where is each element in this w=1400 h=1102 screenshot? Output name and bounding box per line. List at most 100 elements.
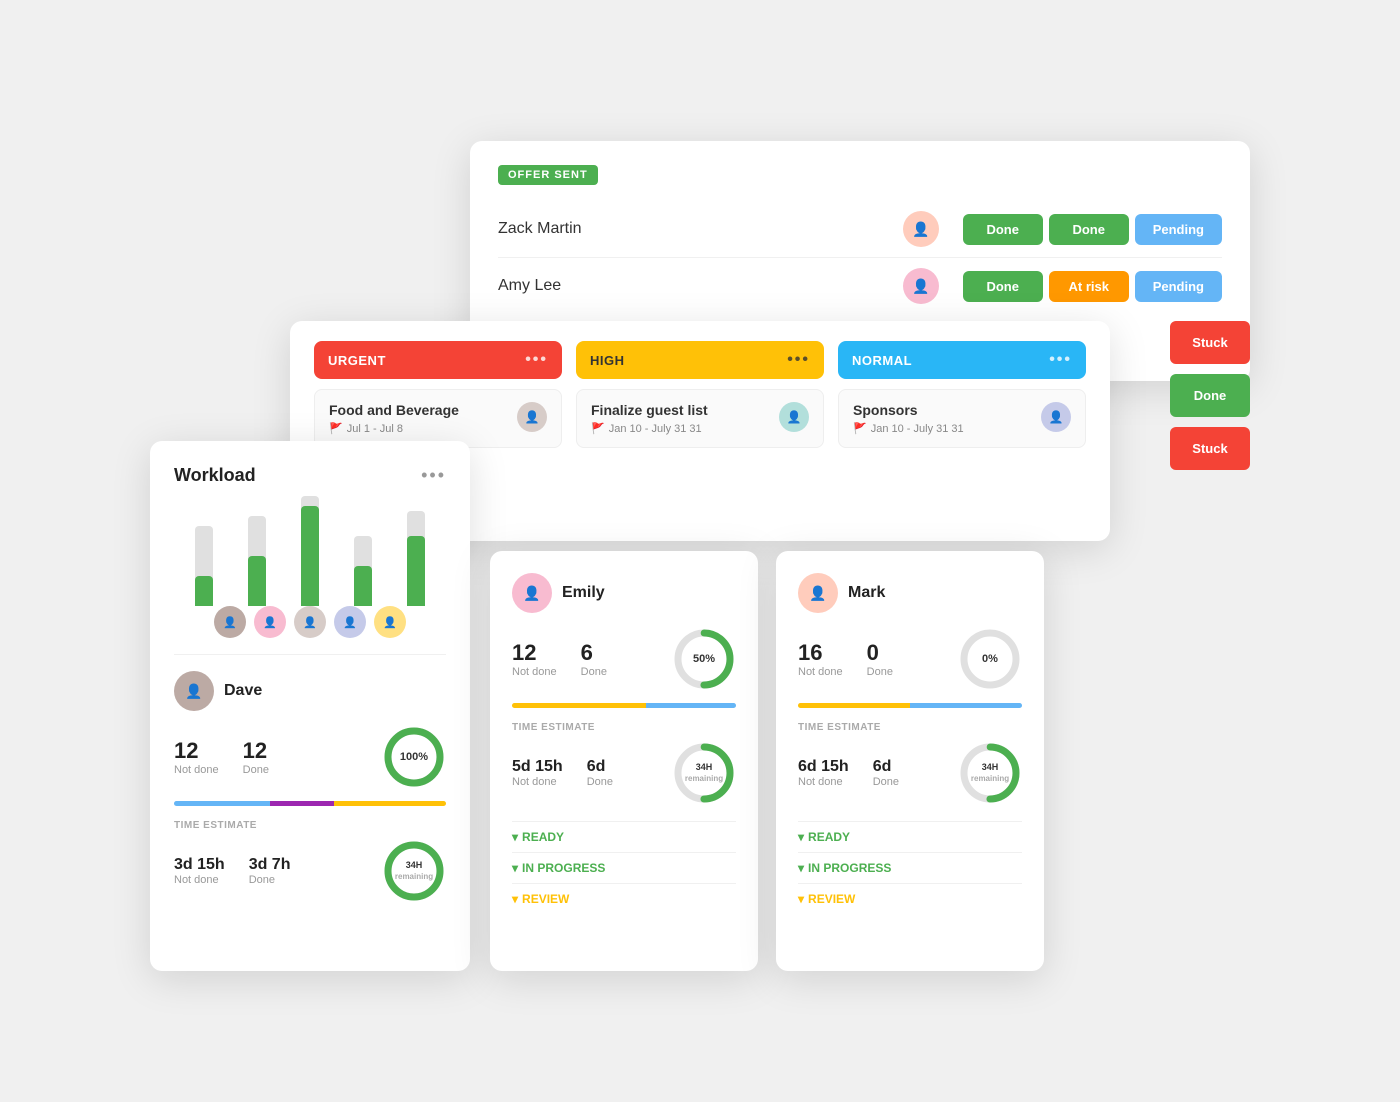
dave-not-done: 12 Not done xyxy=(174,738,219,776)
mark-progress xyxy=(798,703,1022,708)
side-tag-stuck2[interactable]: Stuck xyxy=(1170,427,1250,470)
dave-progress-yellow xyxy=(334,801,446,806)
bar-fill-1 xyxy=(195,576,213,606)
emily-inprogress-label[interactable]: ▾ IN PROGRESS xyxy=(512,861,736,875)
dave-stats-row: 12 Not done 12 Done xyxy=(174,725,446,789)
emily-progress-blue xyxy=(646,703,736,708)
workload-bar-chart xyxy=(174,486,446,606)
kanban-dots-high[interactable]: ••• xyxy=(787,351,810,369)
dave-time: TIME ESTIMATE 3d 15h Not done 3d 7h Done xyxy=(174,820,446,903)
workload-avatar-2: 👤 xyxy=(254,606,286,638)
offer-sent-badge: OFFER SENT xyxy=(498,165,598,185)
workload-header: Workload ••• xyxy=(174,465,446,486)
task-info-high: Finalize guest list 🚩 Jan 10 - July 31 3… xyxy=(591,402,708,435)
dave-section: 👤 Dave 12 Not done 12 Done xyxy=(174,671,446,903)
emily-card: 👤 Emily 12 Not done 6 Done xyxy=(490,551,758,971)
task-avatar-urgent: 👤 xyxy=(517,402,547,432)
side-tag-done[interactable]: Done xyxy=(1170,374,1250,417)
tag-zack-1[interactable]: Done xyxy=(963,214,1043,245)
kanban-header-normal: NORMAL ••• xyxy=(838,341,1086,379)
mark-progress-blue xyxy=(910,703,1022,708)
bar-4 xyxy=(342,536,383,606)
emily-time-not-done: 5d 15h Not done xyxy=(512,758,563,788)
chevron-down-icon-6: ▾ xyxy=(798,892,804,906)
mark-progress-yellow xyxy=(798,703,910,708)
emily-time-label: TIME ESTIMATE xyxy=(512,722,736,733)
task-title-urgent: Food and Beverage xyxy=(329,402,459,418)
bar-5 xyxy=(395,511,436,606)
mark-percent: 0% xyxy=(982,653,998,665)
bar-fill-3 xyxy=(301,506,319,606)
dave-time-not-done: 3d 15h Not done xyxy=(174,856,225,886)
dave-time-label: TIME ESTIMATE xyxy=(174,820,446,831)
emily-stats: 12 Not done 6 Done xyxy=(512,640,607,678)
emily-ready-section: ▾ READY xyxy=(512,821,736,852)
bar-fill-2 xyxy=(248,556,266,606)
flag-high: 🚩 xyxy=(591,422,605,435)
kanban-task-urgent[interactable]: Food and Beverage 🚩 Jul 1 - Jul 8 👤 xyxy=(314,389,562,448)
dave-stats: 12 Not done 12 Done xyxy=(174,738,269,776)
status-tags-amy: Done At risk Pending xyxy=(963,271,1222,302)
kanban-task-high[interactable]: Finalize guest list 🚩 Jan 10 - July 31 3… xyxy=(576,389,824,448)
emily-ready-label[interactable]: ▾ READY xyxy=(512,830,736,844)
bar-fill-5 xyxy=(407,536,425,606)
kanban-dots-urgent[interactable]: ••• xyxy=(525,351,548,369)
mark-review-section: ▾ REVIEW xyxy=(798,883,1022,914)
emily-time-done: 6d Done xyxy=(587,758,613,788)
dave-remaining-label: 34H remaining xyxy=(395,860,433,882)
dave-name: Dave xyxy=(224,682,262,700)
workload-menu-icon[interactable]: ••• xyxy=(421,465,446,486)
mark-ready-label[interactable]: ▾ READY xyxy=(798,830,1022,844)
workload-divider xyxy=(174,654,446,655)
kanban-label-urgent: URGENT xyxy=(328,353,386,368)
task-info-normal: Sponsors 🚩 Jan 10 - July 31 31 xyxy=(853,402,964,435)
task-date-urgent: 🚩 Jul 1 - Jul 8 xyxy=(329,422,459,435)
mark-done: 0 Done xyxy=(867,640,893,678)
mark-time-not-done: 6d 15h Not done xyxy=(798,758,849,788)
mark-time-done: 6d Done xyxy=(873,758,899,788)
tag-zack-3[interactable]: Pending xyxy=(1135,214,1222,245)
side-tag-stuck[interactable]: Stuck xyxy=(1170,321,1250,364)
workload-card: Workload ••• xyxy=(150,441,470,971)
emily-review-section: ▾ REVIEW xyxy=(512,883,736,914)
chevron-down-icon-2: ▾ xyxy=(512,861,518,875)
emily-time: TIME ESTIMATE 5d 15h Not done 6d Done xyxy=(512,722,736,805)
bar-fill-4 xyxy=(354,566,372,606)
dave-header: 👤 Dave xyxy=(174,671,446,711)
emily-remaining-label: 34H remaining xyxy=(685,762,723,784)
mark-review-label[interactable]: ▾ REVIEW xyxy=(798,892,1022,906)
kanban-header-urgent: URGENT ••• xyxy=(314,341,562,379)
task-title-normal: Sponsors xyxy=(853,402,964,418)
kanban-dots-normal[interactable]: ••• xyxy=(1049,351,1072,369)
chevron-down-icon: ▾ xyxy=(512,830,518,844)
emily-progress xyxy=(512,703,736,708)
tag-amy-3[interactable]: Pending xyxy=(1135,271,1222,302)
tag-amy-1[interactable]: Done xyxy=(963,271,1043,302)
workload-avatar-1: 👤 xyxy=(214,606,246,638)
emily-review-label[interactable]: ▾ REVIEW xyxy=(512,892,736,906)
offer-row-zack: Zack Martin 👤 Done Done Pending xyxy=(498,201,1222,258)
tag-amy-2[interactable]: At risk xyxy=(1049,271,1129,302)
emily-stats-row: 12 Not done 6 Done 50% xyxy=(512,627,736,691)
task-avatar-high: 👤 xyxy=(779,402,809,432)
task-avatar-normal: 👤 xyxy=(1041,402,1071,432)
bar-1 xyxy=(184,526,225,606)
kanban-col-high: HIGH ••• Finalize guest list 🚩 Jan 10 - … xyxy=(576,341,824,521)
workload-avatars: 👤 👤 👤 👤 👤 xyxy=(174,606,446,638)
emily-progress-yellow xyxy=(512,703,646,708)
mark-ready-section: ▾ READY xyxy=(798,821,1022,852)
avatar-zack: 👤 xyxy=(903,211,939,247)
chevron-down-icon-5: ▾ xyxy=(798,861,804,875)
mark-name: Mark xyxy=(848,584,885,602)
emily-time-stats: 5d 15h Not done 6d Done xyxy=(512,758,613,788)
task-date-high: 🚩 Jan 10 - July 31 31 xyxy=(591,422,708,435)
emily-avatar: 👤 xyxy=(512,573,552,613)
mark-inprogress-label[interactable]: ▾ IN PROGRESS xyxy=(798,861,1022,875)
workload-avatar-5: 👤 xyxy=(374,606,406,638)
tag-zack-2[interactable]: Done xyxy=(1049,214,1129,245)
kanban-task-normal[interactable]: Sponsors 🚩 Jan 10 - July 31 31 👤 xyxy=(838,389,1086,448)
kanban-label-normal: NORMAL xyxy=(852,353,912,368)
workload-title: Workload xyxy=(174,465,256,486)
emily-donut: 50% xyxy=(672,627,736,691)
kanban-label-high: HIGH xyxy=(590,353,625,368)
